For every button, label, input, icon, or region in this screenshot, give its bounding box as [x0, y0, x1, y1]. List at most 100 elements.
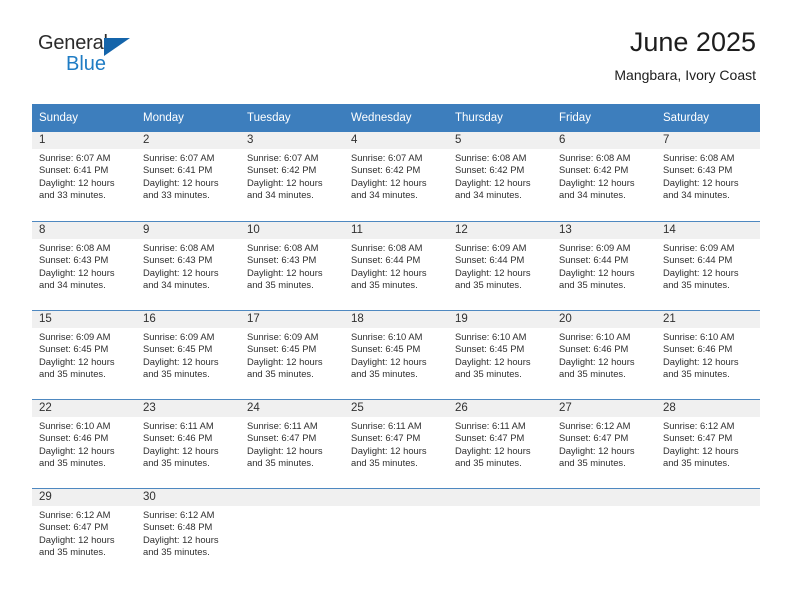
calendar-day-cell[interactable]: 22 Sunrise: 6:10 AM Sunset: 6:46 PM Dayl… — [32, 399, 136, 488]
sunset-text: Sunset: 6:44 PM — [663, 254, 733, 266]
day-cell-inner-empty — [552, 488, 656, 577]
page-header: General Blue June 2025 Mangbara, Ivory C… — [0, 0, 792, 100]
day-details: Sunrise: 6:12 AM Sunset: 6:47 PM Dayligh… — [32, 506, 136, 559]
sunrise-text: Sunrise: 6:12 AM — [39, 509, 111, 520]
calendar-day-cell-empty — [344, 488, 448, 577]
sunrise-text: Sunrise: 6:10 AM — [455, 331, 527, 342]
day-cell-inner: 25 Sunrise: 6:11 AM Sunset: 6:47 PM Dayl… — [344, 399, 448, 488]
brand-name-general: General — [38, 32, 108, 54]
calendar-day-cell[interactable]: 13 Sunrise: 6:09 AM Sunset: 6:44 PM Dayl… — [552, 221, 656, 310]
day-number — [240, 489, 344, 506]
calendar-day-cell[interactable]: 6 Sunrise: 6:08 AM Sunset: 6:42 PM Dayli… — [552, 132, 656, 221]
calendar-day-cell[interactable]: 28 Sunrise: 6:12 AM Sunset: 6:47 PM Dayl… — [656, 399, 760, 488]
calendar-day-cell[interactable]: 8 Sunrise: 6:08 AM Sunset: 6:43 PM Dayli… — [32, 221, 136, 310]
calendar-day-cell[interactable]: 16 Sunrise: 6:09 AM Sunset: 6:45 PM Dayl… — [136, 310, 240, 399]
brand-logo[interactable]: General Blue — [38, 32, 158, 80]
sunset-text: Sunset: 6:43 PM — [143, 254, 213, 266]
calendar-day-cell[interactable]: 4 Sunrise: 6:07 AM Sunset: 6:42 PM Dayli… — [344, 132, 448, 221]
calendar-day-cell[interactable]: 2 Sunrise: 6:07 AM Sunset: 6:41 PM Dayli… — [136, 132, 240, 221]
day-cell-inner: 3 Sunrise: 6:07 AM Sunset: 6:42 PM Dayli… — [240, 132, 344, 221]
day-cell-inner: 15 Sunrise: 6:09 AM Sunset: 6:45 PM Dayl… — [32, 310, 136, 399]
daylight-text-line1: Daylight: 12 hours — [351, 355, 427, 367]
calendar-day-cell[interactable]: 3 Sunrise: 6:07 AM Sunset: 6:42 PM Dayli… — [240, 132, 344, 221]
day-number — [656, 489, 760, 506]
sunrise-text: Sunrise: 6:08 AM — [455, 152, 527, 163]
weekday-header-row: Sunday Monday Tuesday Wednesday Thursday… — [32, 104, 760, 132]
calendar-day-cell[interactable]: 15 Sunrise: 6:09 AM Sunset: 6:45 PM Dayl… — [32, 310, 136, 399]
calendar-day-cell[interactable]: 30 Sunrise: 6:12 AM Sunset: 6:48 PM Dayl… — [136, 488, 240, 577]
day-number — [448, 489, 552, 506]
sunrise-text: Sunrise: 6:10 AM — [663, 331, 735, 342]
sunrise-text: Sunrise: 6:07 AM — [247, 152, 319, 163]
calendar-day-cell[interactable]: 20 Sunrise: 6:10 AM Sunset: 6:46 PM Dayl… — [552, 310, 656, 399]
calendar-day-cell[interactable]: 18 Sunrise: 6:10 AM Sunset: 6:45 PM Dayl… — [344, 310, 448, 399]
calendar-day-cell[interactable]: 25 Sunrise: 6:11 AM Sunset: 6:47 PM Dayl… — [344, 399, 448, 488]
sunrise-text: Sunrise: 6:10 AM — [39, 420, 111, 431]
daylight-text-line2: and 35 minutes. — [455, 457, 522, 469]
sunrise-text: Sunrise: 6:10 AM — [351, 331, 423, 342]
daylight-text-line2: and 35 minutes. — [351, 279, 418, 291]
sunrise-text: Sunrise: 6:09 AM — [247, 331, 319, 342]
calendar-day-cell[interactable]: 14 Sunrise: 6:09 AM Sunset: 6:44 PM Dayl… — [656, 221, 760, 310]
day-number: 11 — [344, 222, 448, 239]
daylight-text-line1: Daylight: 12 hours — [455, 444, 531, 456]
day-details: Sunrise: 6:09 AM Sunset: 6:45 PM Dayligh… — [136, 328, 240, 381]
calendar-day-cell[interactable]: 19 Sunrise: 6:10 AM Sunset: 6:45 PM Dayl… — [448, 310, 552, 399]
calendar-day-cell[interactable]: 24 Sunrise: 6:11 AM Sunset: 6:47 PM Dayl… — [240, 399, 344, 488]
daylight-text-line1: Daylight: 12 hours — [559, 444, 635, 456]
day-number: 25 — [344, 400, 448, 417]
daylight-text-line1: Daylight: 12 hours — [143, 355, 219, 367]
daylight-text-line1: Daylight: 12 hours — [351, 266, 427, 278]
day-details: Sunrise: 6:11 AM Sunset: 6:47 PM Dayligh… — [344, 417, 448, 470]
day-details: Sunrise: 6:12 AM Sunset: 6:48 PM Dayligh… — [136, 506, 240, 559]
daylight-text-line1: Daylight: 12 hours — [39, 444, 115, 456]
sunset-text: Sunset: 6:41 PM — [143, 164, 213, 176]
day-details: Sunrise: 6:09 AM Sunset: 6:44 PM Dayligh… — [656, 239, 760, 292]
calendar-day-cell[interactable]: 17 Sunrise: 6:09 AM Sunset: 6:45 PM Dayl… — [240, 310, 344, 399]
calendar-day-cell[interactable]: 29 Sunrise: 6:12 AM Sunset: 6:47 PM Dayl… — [32, 488, 136, 577]
daylight-text-line2: and 35 minutes. — [351, 368, 418, 380]
daylight-text-line2: and 34 minutes. — [351, 189, 418, 201]
day-cell-inner: 14 Sunrise: 6:09 AM Sunset: 6:44 PM Dayl… — [656, 221, 760, 310]
daylight-text-line2: and 35 minutes. — [39, 368, 106, 380]
sunrise-text: Sunrise: 6:10 AM — [559, 331, 631, 342]
sunrise-text: Sunrise: 6:07 AM — [143, 152, 215, 163]
day-number: 15 — [32, 311, 136, 328]
calendar-day-cell[interactable]: 23 Sunrise: 6:11 AM Sunset: 6:46 PM Dayl… — [136, 399, 240, 488]
daylight-text-line2: and 35 minutes. — [559, 368, 626, 380]
day-number: 22 — [32, 400, 136, 417]
daylight-text-line2: and 35 minutes. — [663, 368, 730, 380]
calendar-day-cell[interactable]: 12 Sunrise: 6:09 AM Sunset: 6:44 PM Dayl… — [448, 221, 552, 310]
sunset-text: Sunset: 6:42 PM — [247, 164, 317, 176]
day-details: Sunrise: 6:09 AM Sunset: 6:44 PM Dayligh… — [552, 239, 656, 292]
sunrise-text: Sunrise: 6:11 AM — [455, 420, 526, 431]
calendar-day-cell-empty — [240, 488, 344, 577]
day-cell-inner: 8 Sunrise: 6:08 AM Sunset: 6:43 PM Dayli… — [32, 221, 136, 310]
calendar-day-cell[interactable]: 27 Sunrise: 6:12 AM Sunset: 6:47 PM Dayl… — [552, 399, 656, 488]
daylight-text-line1: Daylight: 12 hours — [455, 176, 531, 188]
sunrise-text: Sunrise: 6:11 AM — [247, 420, 318, 431]
calendar-day-cell[interactable]: 5 Sunrise: 6:08 AM Sunset: 6:42 PM Dayli… — [448, 132, 552, 221]
calendar-day-cell[interactable]: 10 Sunrise: 6:08 AM Sunset: 6:43 PM Dayl… — [240, 221, 344, 310]
day-cell-inner: 13 Sunrise: 6:09 AM Sunset: 6:44 PM Dayl… — [552, 221, 656, 310]
weekday-header-wednesday: Wednesday — [344, 104, 448, 132]
calendar-week-row: 8 Sunrise: 6:08 AM Sunset: 6:43 PM Dayli… — [32, 221, 760, 310]
calendar-day-cell[interactable]: 11 Sunrise: 6:08 AM Sunset: 6:44 PM Dayl… — [344, 221, 448, 310]
calendar-day-cell[interactable]: 21 Sunrise: 6:10 AM Sunset: 6:46 PM Dayl… — [656, 310, 760, 399]
weekday-header-thursday: Thursday — [448, 104, 552, 132]
sunset-text: Sunset: 6:46 PM — [39, 432, 109, 444]
calendar-day-cell[interactable]: 7 Sunrise: 6:08 AM Sunset: 6:43 PM Dayli… — [656, 132, 760, 221]
daylight-text-line2: and 34 minutes. — [39, 279, 106, 291]
page-title: June 2025 — [629, 27, 756, 57]
day-cell-inner: 20 Sunrise: 6:10 AM Sunset: 6:46 PM Dayl… — [552, 310, 656, 399]
day-details: Sunrise: 6:11 AM Sunset: 6:46 PM Dayligh… — [136, 417, 240, 470]
daylight-text-line2: and 35 minutes. — [143, 368, 210, 380]
daylight-text-line1: Daylight: 12 hours — [247, 355, 323, 367]
day-details: Sunrise: 6:10 AM Sunset: 6:46 PM Dayligh… — [32, 417, 136, 470]
day-details: Sunrise: 6:08 AM Sunset: 6:44 PM Dayligh… — [344, 239, 448, 292]
calendar-day-cell[interactable]: 9 Sunrise: 6:08 AM Sunset: 6:43 PM Dayli… — [136, 221, 240, 310]
calendar-day-cell[interactable]: 26 Sunrise: 6:11 AM Sunset: 6:47 PM Dayl… — [448, 399, 552, 488]
calendar-day-cell[interactable]: 1 Sunrise: 6:07 AM Sunset: 6:41 PM Dayli… — [32, 132, 136, 221]
weekday-header-saturday: Saturday — [656, 104, 760, 132]
sunrise-sunset-calendar-table: Sunday Monday Tuesday Wednesday Thursday… — [32, 104, 760, 577]
